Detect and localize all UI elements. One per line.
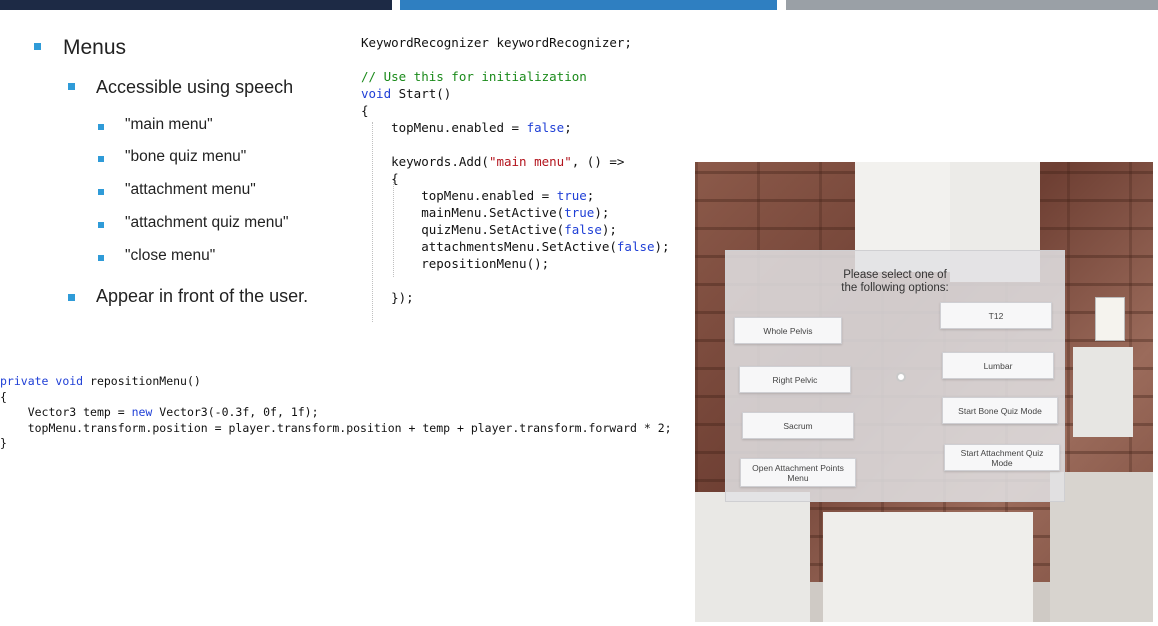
- bullet-cmd-main: "main menu": [125, 116, 213, 133]
- hololens-photo: Please select one of the following optio…: [695, 162, 1153, 622]
- code-text: ;: [564, 120, 572, 135]
- code-line: {: [361, 102, 670, 119]
- code-keyword: true: [564, 205, 595, 220]
- code-keyword: void: [55, 374, 84, 388]
- t12-button[interactable]: T12: [940, 302, 1052, 329]
- code-line: keywords.Add("main menu", () =>: [361, 153, 670, 170]
- whole-pelvis-button[interactable]: Whole Pelvis: [734, 317, 842, 344]
- code-line: topMenu.enabled = false;: [361, 119, 670, 136]
- bullet-menus: Menus: [63, 36, 127, 59]
- code-line: quizMenu.SetActive(false);: [361, 221, 670, 238]
- code-comment: // Use this for initialization: [361, 69, 587, 84]
- bullet-appear: Appear in front of the user.: [96, 286, 309, 306]
- open-attachment-menu-button[interactable]: Open Attachment Points Menu: [740, 458, 856, 487]
- code-keyword: false: [526, 120, 565, 135]
- code-text: attachmentsMenu.SetActive(: [421, 239, 617, 254]
- code-text: Start(): [391, 86, 452, 101]
- code-text: });: [391, 290, 414, 305]
- code-line: topMenu.enabled = true;: [361, 187, 670, 204]
- code-text: topMenu.enabled =: [391, 120, 527, 135]
- lumbar-button[interactable]: Lumbar: [942, 352, 1054, 379]
- holo-menu-prompt-line: the following options:: [841, 282, 949, 294]
- bullet-cmd-attach: "attachment menu": [125, 181, 256, 198]
- code-keyword: false: [616, 239, 655, 254]
- code-line: KeywordRecognizer keywordRecognizer;: [361, 34, 670, 51]
- code-text: repositionMenu(): [83, 374, 201, 388]
- bullet-marker: [98, 189, 104, 195]
- top-accent-bar-gray: [786, 0, 1158, 10]
- gaze-cursor-icon: [896, 372, 906, 382]
- code-text: keywords.Add(: [391, 154, 489, 169]
- bullet-marker: [68, 83, 75, 90]
- pedestal: [1050, 472, 1153, 622]
- code-text: );: [601, 222, 617, 237]
- bullet-marker: [34, 43, 41, 50]
- code-text: , () =>: [571, 154, 625, 169]
- wall-switch: [1095, 297, 1125, 341]
- pedestal: [823, 512, 1033, 622]
- code-keyword: new: [131, 405, 153, 420]
- code-keyword: void: [361, 86, 392, 101]
- wall-poster: [1073, 347, 1133, 437]
- code-block-start: KeywordRecognizer keywordRecognizer; // U…: [361, 34, 670, 306]
- code-text: );: [594, 205, 610, 220]
- code-line: topMenu.transform.position = player.tran…: [0, 421, 672, 437]
- pedestal: [695, 492, 810, 622]
- code-text: );: [654, 239, 670, 254]
- start-attachment-quiz-button[interactable]: Start Attachment Quiz Mode: [944, 444, 1060, 471]
- bullet-marker: [98, 124, 104, 130]
- code-text: topMenu.enabled =: [421, 188, 557, 203]
- code-text: ;: [586, 188, 595, 203]
- code-line: attachmentsMenu.SetActive(false);: [361, 238, 670, 255]
- top-accent-bar-dark: [0, 0, 392, 10]
- code-string: "main menu": [488, 154, 572, 169]
- sacrum-button[interactable]: Sacrum: [742, 412, 854, 439]
- bullet-marker: [98, 222, 104, 228]
- code-text: topMenu.transform.position = player.tran…: [27, 420, 672, 435]
- code-text: {: [391, 171, 399, 186]
- code-line: {: [0, 390, 672, 406]
- code-text: Vector3 temp =: [27, 405, 132, 420]
- code-line: Vector3 temp = new Vector3(-0.3f, 0f, 1f…: [0, 405, 672, 421]
- bullet-cmd-bone: "bone quiz menu": [125, 148, 247, 165]
- start-bone-quiz-button[interactable]: Start Bone Quiz Mode: [942, 397, 1058, 424]
- bullet-marker: [68, 294, 75, 301]
- code-keyword: private: [0, 374, 49, 388]
- code-line: void Start(): [361, 85, 670, 102]
- code-line: });: [361, 289, 670, 306]
- code-text: KeywordRecognizer keywordRecognizer;: [361, 35, 632, 50]
- code-line: repositionMenu();: [361, 255, 670, 272]
- code-block-reposition: private void repositionMenu(){ Vector3 t…: [0, 374, 672, 452]
- top-accent-bar-blue: [400, 0, 777, 10]
- code-text: mainMenu.SetActive(: [421, 205, 565, 220]
- holo-menu-prompt-line: Please select one of: [843, 269, 947, 281]
- code-text: Vector3(-0.3f, 0f, 1f);: [152, 405, 319, 420]
- code-line: private void repositionMenu(): [0, 374, 672, 390]
- right-pelvic-button[interactable]: Right Pelvic: [739, 366, 851, 393]
- bullet-cmd-attach-quiz: "attachment quiz menu": [125, 214, 289, 231]
- code-text: quizMenu.SetActive(: [421, 222, 565, 237]
- code-text: {: [361, 103, 369, 118]
- code-line: }: [0, 436, 672, 452]
- bullet-accessible: Accessible using speech: [96, 77, 294, 97]
- holo-menu-prompt: Please select one of the following optio…: [726, 269, 1064, 295]
- holo-menu-panel: Please select one of the following optio…: [725, 250, 1065, 502]
- code-text: {: [0, 389, 7, 404]
- code-line: // Use this for initialization: [361, 68, 670, 85]
- code-line: {: [361, 170, 670, 187]
- bullet-marker: [98, 255, 104, 261]
- code-keyword: true: [556, 188, 587, 203]
- code-text: }: [0, 436, 7, 451]
- bullet-marker: [98, 156, 104, 162]
- code-line: mainMenu.SetActive(true);: [361, 204, 670, 221]
- code-text: repositionMenu();: [421, 256, 550, 271]
- code-keyword: false: [564, 222, 602, 237]
- bullet-cmd-close: "close menu": [125, 247, 216, 264]
